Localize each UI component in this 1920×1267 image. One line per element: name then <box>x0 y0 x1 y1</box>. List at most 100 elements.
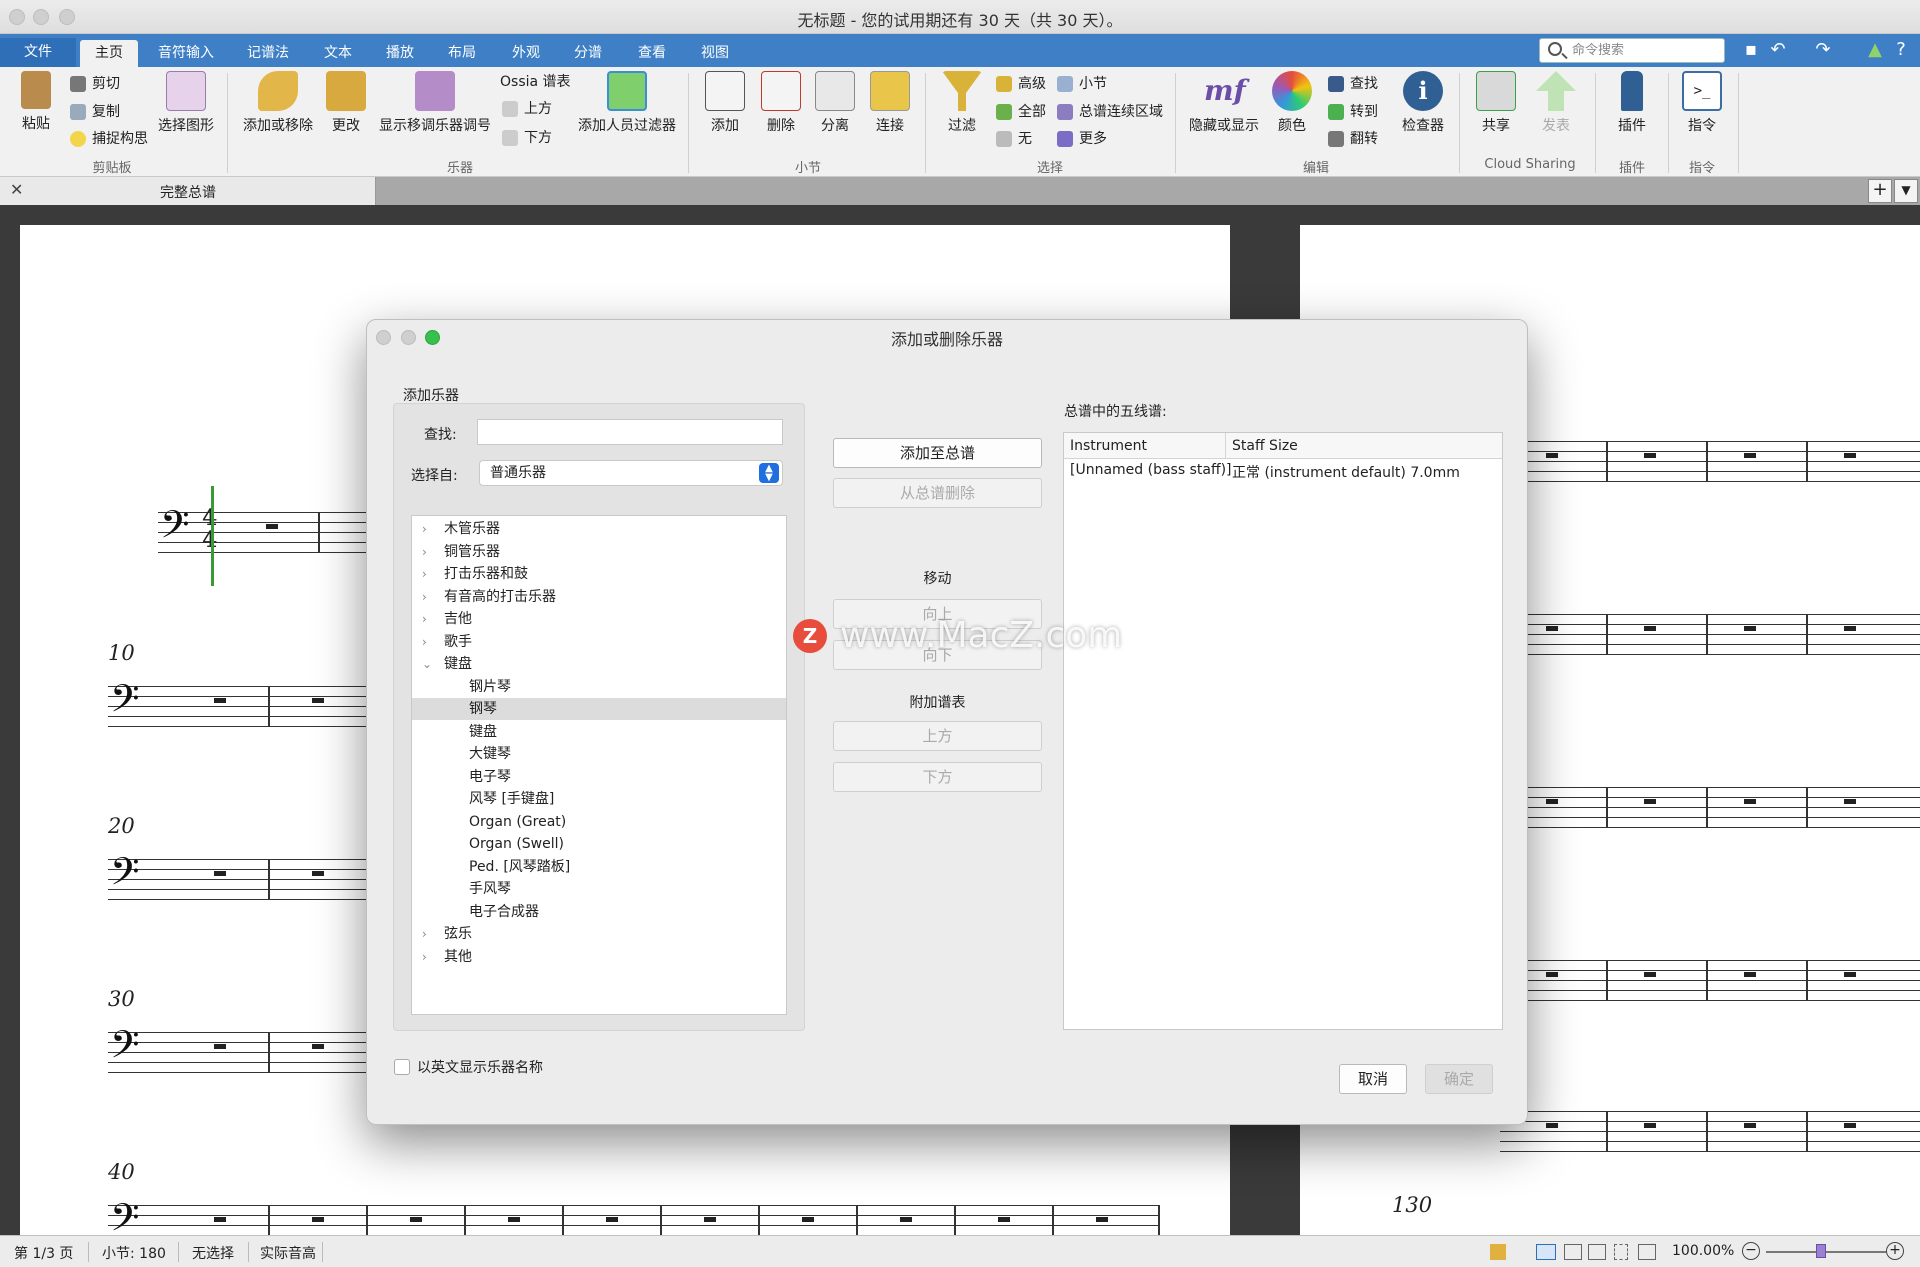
select-graphic-button[interactable]: 选择图形 <box>156 71 216 135</box>
lock-icon[interactable] <box>1490 1244 1506 1260</box>
close-icon[interactable]: ✕ <box>10 180 23 199</box>
plugins-button[interactable]: 插件 <box>1610 71 1654 135</box>
command-search-input[interactable]: 命令搜索 <box>1539 38 1725 63</box>
whole-rest[interactable] <box>312 698 324 703</box>
cancel-button[interactable]: 取消 <box>1339 1064 1407 1094</box>
tree-instrument[interactable]: 风琴 [手键盘] <box>412 788 786 810</box>
whole-rest[interactable] <box>214 871 226 876</box>
tree-instrument[interactable]: 大键琴 <box>412 743 786 765</box>
goto-button[interactable]: 转到 <box>1328 102 1378 122</box>
tree-instrument[interactable]: 键盘 <box>412 721 786 743</box>
choose-from-select[interactable]: 普通乐器 ▲ ▼ <box>479 460 783 486</box>
whole-rest[interactable] <box>266 524 278 529</box>
remove-from-score-button[interactable]: 从总谱删除 <box>833 478 1042 508</box>
join-bar-button[interactable]: 连接 <box>867 71 913 135</box>
table-row-staff-size[interactable]: 正常 (instrument default) 7.0mm <box>1232 462 1460 482</box>
help-icon[interactable]: ? <box>1890 39 1912 61</box>
tree-instrument[interactable]: 电子琴 <box>412 766 786 788</box>
tab-file[interactable]: 文件 <box>0 38 76 67</box>
change-instrument-button[interactable]: 更改 <box>322 71 370 135</box>
view-full-screen-icon[interactable] <box>1638 1244 1656 1260</box>
tab-layout[interactable]: 布局 <box>436 40 488 67</box>
status-pitch[interactable]: 实际音高 <box>260 1243 316 1263</box>
tab-play[interactable]: 播放 <box>374 40 426 67</box>
extra-staff-above-button[interactable]: 上方 <box>833 721 1042 751</box>
tree-instrument[interactable]: Organ (Swell) <box>412 833 786 855</box>
doc-tab-full-score[interactable]: ✕ 完整总谱 <box>0 177 376 205</box>
undo-icon[interactable]: ↶ <box>1767 39 1789 61</box>
select-none-button[interactable]: 无 <box>996 129 1032 149</box>
tree-category[interactable]: › 木管乐器 <box>412 518 786 540</box>
whole-rest[interactable] <box>214 1044 226 1049</box>
ossia-below-button[interactable]: 下方 <box>502 128 552 148</box>
tree-category[interactable]: ⌄ 键盘 <box>412 653 786 675</box>
chevron-right-icon[interactable]: › <box>422 518 427 540</box>
chevron-right-icon[interactable]: › <box>422 541 427 563</box>
tree-category[interactable]: › 铜管乐器 <box>412 541 786 563</box>
table-row-instrument[interactable]: [Unnamed (bass staff)] <box>1070 462 1232 478</box>
tree-category[interactable]: › 吉他 <box>412 608 786 630</box>
add-to-score-button[interactable]: 添加至总谱 <box>833 438 1042 468</box>
copy-button[interactable]: 复制 <box>70 102 120 122</box>
tree-category[interactable]: › 歌手 <box>412 631 786 653</box>
instrument-tree[interactable]: › 木管乐器 › 铜管乐器 › 打击乐器和鼓 › 有音高的打击乐器 › 吉他 › 歌手 ⌄ 键盘 钢片琴 钢琴… <box>411 515 787 1015</box>
show-transposing-button[interactable]: 显示移调乐器调号 <box>376 71 494 135</box>
publish-button[interactable]: 发表 <box>1534 71 1578 135</box>
ossia-above-button[interactable]: 上方 <box>502 99 552 119</box>
zoom-in-icon[interactable]: + <box>1886 1242 1904 1260</box>
view-panorama-icon[interactable] <box>1614 1244 1628 1260</box>
tree-category[interactable]: › 有音高的打击乐器 <box>412 586 786 608</box>
chevron-right-icon[interactable]: › <box>422 563 427 585</box>
tab-notations[interactable]: 记谱法 <box>236 40 300 67</box>
select-bar-button[interactable]: 小节 <box>1057 74 1107 94</box>
tree-category[interactable]: › 弦乐 <box>412 923 786 945</box>
cut-button[interactable]: 剪切 <box>70 74 120 94</box>
view-pages-grid-icon[interactable] <box>1564 1244 1582 1260</box>
zoom-slider-handle[interactable] <box>1816 1244 1826 1258</box>
whole-rest[interactable] <box>312 1044 324 1049</box>
tab-note-input[interactable]: 音符输入 <box>150 40 222 67</box>
filter-button[interactable]: 过滤 <box>940 71 984 135</box>
redo-icon[interactable]: ↷ <box>1812 39 1834 61</box>
column-header-instrument[interactable]: Instrument <box>1064 433 1226 459</box>
tree-instrument[interactable]: 手风琴 <box>412 878 786 900</box>
english-names-checkbox[interactable] <box>394 1059 410 1075</box>
tree-instrument[interactable]: 钢琴 <box>412 698 786 720</box>
paste-button[interactable]: 粘贴 <box>14 71 58 133</box>
find-button[interactable]: 查找 <box>1328 74 1378 94</box>
triangle-up-icon[interactable]: ▲ <box>1864 39 1886 61</box>
tab-appearance[interactable]: 外观 <box>500 40 552 67</box>
tree-instrument[interactable]: 电子合成器 <box>412 901 786 923</box>
tree-instrument[interactable]: 钢片琴 <box>412 676 786 698</box>
commands-button[interactable]: >_ 指令 <box>1680 71 1724 135</box>
add-player-filter-button[interactable]: 添加人员过滤器 <box>576 71 678 135</box>
chevron-right-icon[interactable]: › <box>422 586 427 608</box>
select-all-button[interactable]: 全部 <box>996 102 1046 122</box>
select-more-button[interactable]: 更多 <box>1057 129 1107 149</box>
find-input[interactable] <box>477 419 783 445</box>
column-header-staff-size[interactable]: Staff Size <box>1226 433 1502 459</box>
tab-text[interactable]: 文本 <box>312 40 364 67</box>
select-system-passage-button[interactable]: 总谱连续区域 <box>1057 102 1163 122</box>
share-button[interactable]: 共享 <box>1474 71 1518 135</box>
view-pages-horizontal-icon[interactable] <box>1588 1244 1606 1260</box>
hide-show-button[interactable]: mf 隐藏或显示 <box>1188 71 1260 135</box>
capture-idea-button[interactable]: 捕捉构思 <box>70 129 148 149</box>
tree-category[interactable]: › 打击乐器和鼓 <box>412 563 786 585</box>
add-remove-instrument-button[interactable]: 添加或移除 <box>238 71 318 135</box>
add-bar-button[interactable]: 添加 <box>702 71 748 135</box>
zoom-out-icon[interactable]: − <box>1742 1242 1760 1260</box>
whole-rest[interactable] <box>312 871 324 876</box>
tree-instrument[interactable]: Ped. [风琴踏板] <box>412 856 786 878</box>
tab-review[interactable]: 查看 <box>624 40 680 67</box>
chevron-right-icon[interactable]: › <box>422 923 427 945</box>
chevron-down-icon[interactable]: ⌄ <box>422 653 432 675</box>
tree-category[interactable]: › 其他 <box>412 946 786 968</box>
filter-advanced-button[interactable]: 高级 <box>996 74 1046 94</box>
tab-menu-button[interactable]: ▼ <box>1894 179 1918 203</box>
tab-view[interactable]: 视图 <box>688 40 742 67</box>
save-icon[interactable]: ▪ <box>1740 39 1762 61</box>
view-single-page-icon[interactable] <box>1536 1244 1556 1260</box>
tab-parts[interactable]: 分谱 <box>562 40 614 67</box>
tab-home[interactable]: 主页 <box>80 40 138 67</box>
